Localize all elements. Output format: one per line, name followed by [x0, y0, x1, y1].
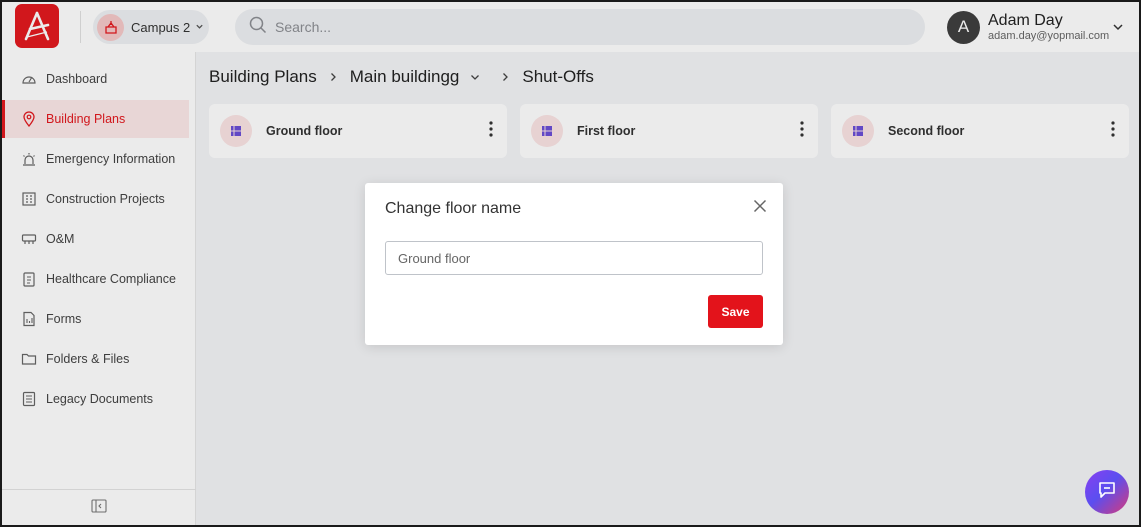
floor-name-input[interactable] — [385, 241, 763, 275]
change-floor-name-dialog: Change floor name Save — [365, 183, 783, 345]
app-window: Campus 2 A Adam Day adam.day@yopmail.com — [0, 0, 1141, 527]
save-button[interactable]: Save — [708, 295, 763, 328]
close-icon[interactable] — [753, 199, 767, 218]
chat-button[interactable] — [1085, 470, 1129, 514]
dialog-title: Change floor name — [385, 200, 522, 217]
chat-bubble-icon — [1097, 480, 1117, 505]
